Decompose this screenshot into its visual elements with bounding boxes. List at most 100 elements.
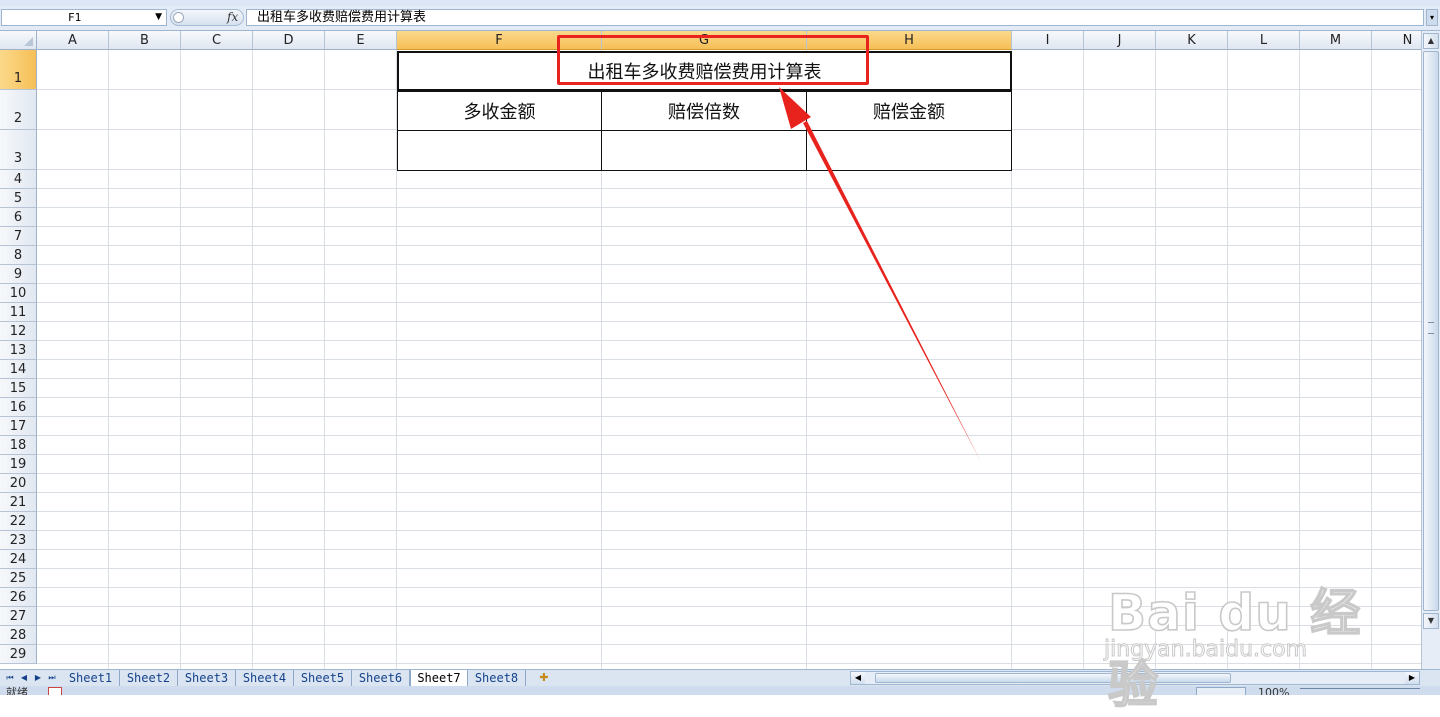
macro-record-icon[interactable] (48, 687, 62, 695)
annotation-highlight-box (557, 35, 869, 85)
row-header-19[interactable]: 19 (0, 455, 37, 474)
value-cell-multiplier[interactable] (601, 130, 807, 171)
sheet-tab-sheet7[interactable]: Sheet7 (410, 670, 468, 686)
row-header-11[interactable]: 11 (0, 303, 37, 322)
scroll-down-icon[interactable]: ▼ (1423, 613, 1439, 629)
annotation-arrow-shaft (803, 121, 981, 462)
column-header-m[interactable]: M (1300, 31, 1372, 50)
column-header-d[interactable]: D (253, 31, 325, 50)
expand-formula-bar-icon[interactable]: ▾ (1426, 9, 1438, 26)
gridline-horizontal (37, 435, 1421, 436)
sheet-tab-sheet8[interactable]: Sheet8 (468, 670, 526, 686)
gridline-horizontal (37, 340, 1421, 341)
row-header-25[interactable]: 25 (0, 569, 37, 588)
row-header-28[interactable]: 28 (0, 626, 37, 645)
gridline-horizontal (37, 226, 1421, 227)
formula-bar-resize-handle[interactable]: fx (170, 9, 244, 26)
row-header-16[interactable]: 16 (0, 398, 37, 417)
formula-bar: F1 ▼ fx 出租车多收费赔偿费用计算表 ▾ (0, 6, 1440, 31)
gridline-horizontal (37, 264, 1421, 265)
row-header-12[interactable]: 12 (0, 322, 37, 341)
chevron-down-icon[interactable]: ▼ (155, 10, 162, 25)
row-header-27[interactable]: 27 (0, 607, 37, 626)
row-header-8[interactable]: 8 (0, 246, 37, 265)
row-header-7[interactable]: 7 (0, 227, 37, 246)
sheet-tab-sheet3[interactable]: Sheet3 (178, 670, 236, 686)
gridline-horizontal (37, 321, 1421, 322)
gridline-horizontal (37, 492, 1421, 493)
gridline-horizontal (37, 302, 1421, 303)
column-header-l[interactable]: L (1228, 31, 1300, 50)
next-sheet-icon[interactable]: ▶ (31, 671, 45, 685)
column-header-a[interactable]: A (37, 31, 109, 50)
sheet-tab-sheet5[interactable]: Sheet5 (294, 670, 352, 686)
row-header-26[interactable]: 26 (0, 588, 37, 607)
baidu-jingyan-watermark: Bai du 经验 jingyan.baidu.com (1100, 545, 1380, 715)
row-header-6[interactable]: 6 (0, 208, 37, 227)
row-header-17[interactable]: 17 (0, 417, 37, 436)
scroll-right-icon[interactable]: ▶ (1405, 672, 1419, 684)
row-header-9[interactable]: 9 (0, 265, 37, 284)
gridline-horizontal (37, 188, 1421, 189)
row-header-2[interactable]: 2 (0, 90, 37, 130)
gridline-horizontal (37, 378, 1421, 379)
name-box[interactable]: F1 ▼ (1, 9, 167, 26)
row-header-3[interactable]: 3 (0, 130, 37, 170)
header-cell-multiplier[interactable]: 赔偿倍数 (601, 91, 807, 131)
row-header-10[interactable]: 10 (0, 284, 37, 303)
select-all-corner[interactable] (0, 31, 37, 50)
value-cell-overcharge[interactable] (397, 130, 602, 171)
gridline-horizontal (37, 454, 1421, 455)
formula-input[interactable]: 出租车多收费赔偿费用计算表 (246, 9, 1424, 26)
row-header-23[interactable]: 23 (0, 531, 37, 550)
column-header-i[interactable]: I (1012, 31, 1084, 50)
sheet-tab-sheet1[interactable]: Sheet1 (62, 670, 120, 686)
gridline-horizontal (37, 511, 1421, 512)
header-cell-compensation[interactable]: 赔偿金额 (806, 91, 1012, 131)
row-header-4[interactable]: 4 (0, 170, 37, 189)
vertical-scrollbar[interactable]: ▲ ▼ (1421, 31, 1440, 669)
header-overcharge-label: 多收金额 (463, 102, 536, 123)
column-header-k[interactable]: K (1156, 31, 1228, 50)
column-header-e[interactable]: E (325, 31, 397, 50)
scroll-left-icon[interactable]: ◀ (851, 672, 865, 684)
name-box-value: F1 (68, 11, 82, 24)
prev-sheet-icon[interactable]: ◀ (17, 671, 31, 685)
row-header-22[interactable]: 22 (0, 512, 37, 531)
header-compensation-label: 赔偿金额 (873, 102, 945, 123)
gridline-horizontal (37, 245, 1421, 246)
grip-icon (1428, 322, 1434, 334)
sheet-tab-sheet4[interactable]: Sheet4 (236, 670, 294, 686)
column-header-c[interactable]: C (181, 31, 253, 50)
column-header-j[interactable]: J (1084, 31, 1156, 50)
row-header-14[interactable]: 14 (0, 360, 37, 379)
gridline-horizontal (37, 397, 1421, 398)
gridline-horizontal (37, 416, 1421, 417)
insert-function-icon[interactable]: fx (227, 10, 238, 25)
row-header-15[interactable]: 15 (0, 379, 37, 398)
column-header-n[interactable]: N (1372, 31, 1421, 50)
header-multiplier-label: 赔偿倍数 (668, 102, 740, 123)
row-header-1[interactable]: 1 (0, 50, 37, 90)
insert-sheet-icon[interactable]: ✚ (535, 671, 553, 685)
sheet-tab-sheet6[interactable]: Sheet6 (352, 670, 410, 686)
scroll-up-icon[interactable]: ▲ (1423, 33, 1439, 49)
gridline-horizontal (37, 530, 1421, 531)
status-mode: 就绪 (6, 686, 28, 695)
sheet-tab-sheet2[interactable]: Sheet2 (120, 670, 178, 686)
resize-knob-icon (173, 12, 184, 23)
vertical-scroll-thumb[interactable] (1423, 51, 1439, 611)
row-header-18[interactable]: 18 (0, 436, 37, 455)
row-header-24[interactable]: 24 (0, 550, 37, 569)
value-cell-compensation[interactable] (806, 130, 1012, 171)
column-header-b[interactable]: B (109, 31, 181, 50)
watermark-url: jingyan.baidu.com (1103, 637, 1308, 663)
row-header-13[interactable]: 13 (0, 341, 37, 360)
row-header-5[interactable]: 5 (0, 189, 37, 208)
row-header-29[interactable]: 29 (0, 645, 37, 664)
last-sheet-icon[interactable]: ⏭ (45, 671, 59, 685)
header-cell-overcharge[interactable]: 多收金额 (397, 91, 602, 131)
first-sheet-icon[interactable]: ⏮ (3, 671, 17, 685)
row-header-21[interactable]: 21 (0, 493, 37, 512)
row-header-20[interactable]: 20 (0, 474, 37, 493)
